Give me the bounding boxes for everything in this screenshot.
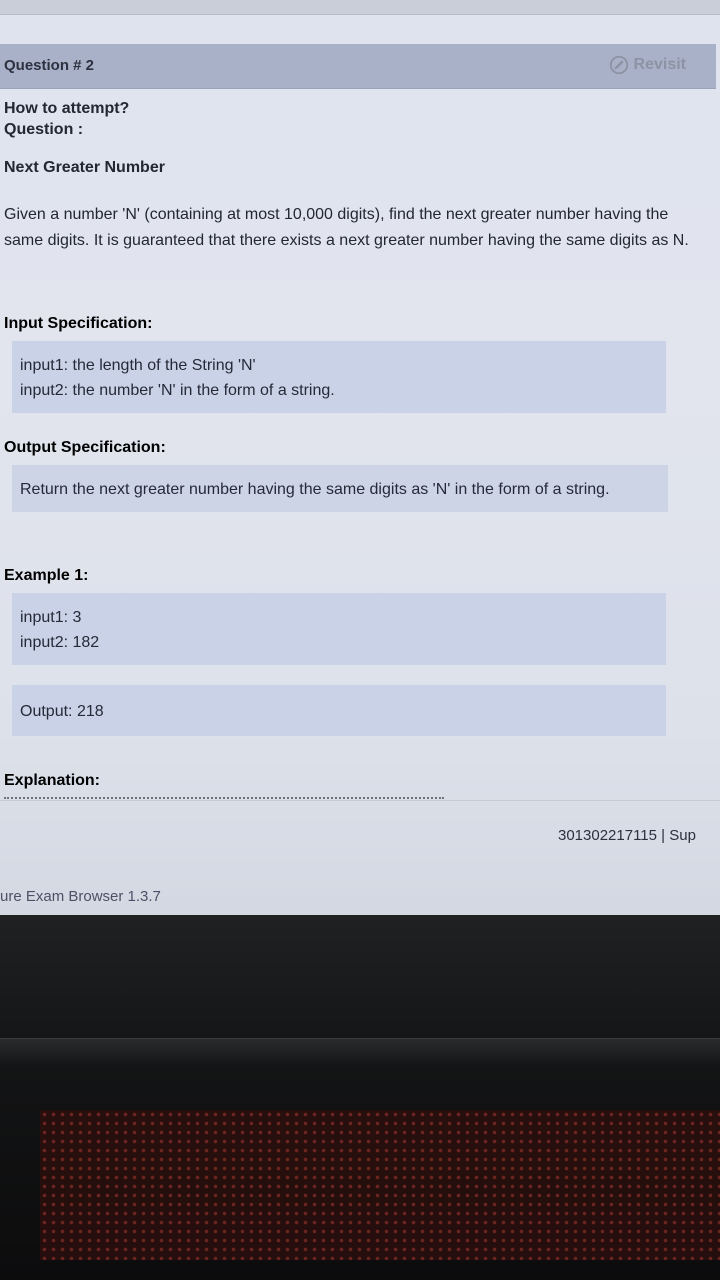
example1-section: Example 1: input1: 3 input2: 182 Output:… xyxy=(4,567,666,736)
input-spec-box: input1: the length of the String 'N' inp… xyxy=(12,341,666,413)
example1-input2-line: input2: 182 xyxy=(20,630,666,655)
input1-spec-label: input1: xyxy=(20,357,69,374)
problem-description: Given a number 'N' (containing at most 1… xyxy=(4,206,689,249)
exam-screen: Question # 2 Revisit How to attempt? Que… xyxy=(0,0,720,915)
question-header: Question # 2 Revisit xyxy=(0,44,716,89)
input1-spec-line: input1: the length of the String 'N' xyxy=(20,353,666,378)
explanation-section: Explanation: xyxy=(4,772,100,790)
example1-title: Example 1: xyxy=(4,567,89,584)
example1-output-value: 218 xyxy=(76,703,104,720)
problem-name: Next Greater Number xyxy=(4,159,165,176)
question-content: How to attempt? Question : Next Greater … xyxy=(4,100,714,254)
candidate-id: 301302217115 | Sup xyxy=(558,827,696,844)
input2-spec-text: the number 'N' in the form of a string. xyxy=(72,382,335,399)
question-label: Question : xyxy=(4,121,84,138)
question-number: Question # 2 xyxy=(4,57,95,74)
example1-input1-label: input1: xyxy=(20,609,69,626)
input1-spec-text: the length of the String 'N' xyxy=(72,357,256,374)
input2-spec-line: input2: the number 'N' in the form of a … xyxy=(20,378,666,403)
example1-input-box: input1: 3 input2: 182 xyxy=(12,593,666,665)
revisit-button[interactable]: Revisit xyxy=(608,54,686,76)
revisit-icon xyxy=(609,55,628,75)
explanation-title: Explanation: xyxy=(4,772,101,789)
example1-output-label: Output: xyxy=(20,703,73,720)
output-spec-box: Return the next greater number having th… xyxy=(12,465,668,512)
speaker-grille xyxy=(40,1110,720,1260)
output-spec-title: Output Specification: xyxy=(4,439,166,456)
how-to-attempt-heading: How to attempt? xyxy=(4,100,130,117)
output-spec-text: Return the next greater number having th… xyxy=(20,481,610,498)
input-spec-section: Input Specification: input1: the length … xyxy=(4,315,666,413)
content-divider xyxy=(0,800,720,801)
input-spec-title: Input Specification: xyxy=(4,315,153,332)
example1-input2-label: input2: xyxy=(20,634,69,651)
example1-input1-value: 3 xyxy=(72,609,82,626)
laptop-hinge xyxy=(0,1038,720,1065)
browser-name: ure Exam Browser 1.3.7 xyxy=(0,888,161,905)
revisit-label: Revisit xyxy=(633,56,686,73)
example1-output-box: Output: 218 xyxy=(12,685,666,736)
output-spec-section: Output Specification: Return the next gr… xyxy=(4,439,668,512)
input2-spec-label: input2: xyxy=(20,382,69,399)
example1-input2-value: 182 xyxy=(72,634,100,651)
example1-input1-line: input1: 3 xyxy=(20,605,666,630)
top-strip xyxy=(0,0,720,15)
